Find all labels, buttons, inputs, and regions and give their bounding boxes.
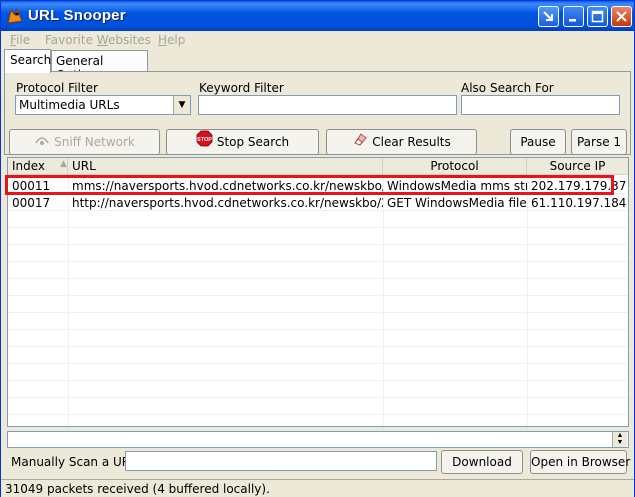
grid-line <box>8 329 628 330</box>
grid-line <box>8 244 628 245</box>
close-button[interactable] <box>611 6 632 27</box>
grid-divider <box>68 175 69 426</box>
stop-search-button[interactable]: STOP Stop Search <box>166 129 319 155</box>
results-list-header: Index ▲ URL Protocol Source IP <box>8 158 628 175</box>
pause-button[interactable]: Pause <box>510 129 566 155</box>
grid-divider <box>383 175 384 426</box>
grid-line <box>8 414 628 415</box>
grid-line <box>8 363 628 364</box>
grid-line <box>8 278 628 279</box>
grid-line <box>8 261 628 262</box>
sniff-network-button[interactable]: Sniff Network <box>9 129 160 155</box>
clear-results-button[interactable]: Clear Results <box>326 129 477 155</box>
menu-favorite-websites[interactable]: Favorite Websites <box>45 33 151 47</box>
sniff-network-label: Sniff Network <box>54 135 135 149</box>
spin-arrows-icon[interactable]: ▲ ▼ <box>612 432 627 447</box>
stop-sign-icon: STOP <box>196 130 213 155</box>
row-protocol: GET WindowsMedia file (re... <box>387 196 527 210</box>
column-index[interactable]: Index ▲ <box>8 158 68 175</box>
clear-results-label: Clear Results <box>372 135 451 149</box>
column-source-ip[interactable]: Source IP <box>527 158 628 175</box>
row-index: 00017 <box>12 196 51 210</box>
grid-line <box>8 346 628 347</box>
title-bar[interactable]: URL Snooper <box>1 1 634 31</box>
stop-search-label: Stop Search <box>216 135 290 149</box>
sniff-network-icon <box>34 131 50 155</box>
column-index-label: Index <box>12 159 46 173</box>
url-edit-strip[interactable]: ▲ ▼ <box>7 431 629 448</box>
eraser-icon <box>352 131 368 155</box>
status-bar: 31049 packets received (4 buffered local… <box>1 479 634 497</box>
app-logo-icon <box>6 7 24 25</box>
app-window: URL Snooper File Favorite Websites Help … <box>0 0 635 497</box>
chevron-down-icon[interactable]: ▼ <box>173 96 190 114</box>
manual-scan-label: Manually Scan a URL: <box>11 455 141 469</box>
also-search-label: Also Search For <box>461 81 554 95</box>
grid-divider <box>527 175 528 426</box>
svg-text:STOP: STOP <box>197 137 212 143</box>
grid-line <box>8 380 628 381</box>
row-source-ip: 202.179.179.37 <box>531 179 627 193</box>
grid-line <box>8 397 628 398</box>
row-url: http://naversports.hvod.cdnetworks.co.kr… <box>72 196 383 210</box>
row-source-ip: 61.110.197.184 <box>531 196 627 210</box>
status-text: 31049 packets received (4 buffered local… <box>5 482 270 496</box>
menu-help[interactable]: Help <box>158 33 185 47</box>
tab-search[interactable]: Search <box>4 49 51 73</box>
protocol-filter-value: Multimedia URLs <box>19 98 120 112</box>
keyword-filter-input[interactable] <box>198 95 457 115</box>
grid-line <box>8 312 628 313</box>
row-url: mms://naversports.hvod.cdnetworks.co.kr/… <box>72 179 383 193</box>
manual-scan-input[interactable] <box>125 451 437 471</box>
menu-bar: File Favorite Websites Help <box>1 31 634 49</box>
window-title: URL Snooper <box>28 7 126 24</box>
table-row[interactable]: 00011 mms://naversports.hvod.cdnetworks.… <box>8 177 628 194</box>
sort-arrow-icon: ▲ <box>60 159 67 169</box>
keyword-filter-label: Keyword Filter <box>199 81 284 95</box>
download-label: Download <box>452 455 512 469</box>
results-list[interactable]: Index ▲ URL Protocol Source IP 00011 mms… <box>7 157 629 427</box>
row-index: 00011 <box>12 179 51 193</box>
protocol-filter-select[interactable]: Multimedia URLs ▼ <box>15 95 191 115</box>
also-search-input[interactable] <box>461 95 620 115</box>
table-row[interactable]: 00017 http://naversports.hvod.cdnetworks… <box>8 194 628 211</box>
column-protocol[interactable]: Protocol <box>383 158 527 175</box>
download-button[interactable]: Download <box>441 450 523 474</box>
maximize-button[interactable] <box>587 6 608 27</box>
grid-line <box>8 227 628 228</box>
grid-line <box>8 295 628 296</box>
parse-button[interactable]: Parse 1 <box>571 129 627 155</box>
minimize-button[interactable] <box>563 6 584 27</box>
row-protocol: WindowsMedia mms stream <box>387 179 527 193</box>
tab-general-options[interactable]: General Options <box>51 50 148 82</box>
help-window-icon[interactable] <box>538 6 559 27</box>
protocol-filter-label: Protocol Filter <box>16 81 98 95</box>
open-in-browser-button[interactable]: Open in Browser <box>530 450 630 474</box>
menu-file[interactable]: File <box>10 33 30 47</box>
column-url[interactable]: URL <box>68 158 383 175</box>
